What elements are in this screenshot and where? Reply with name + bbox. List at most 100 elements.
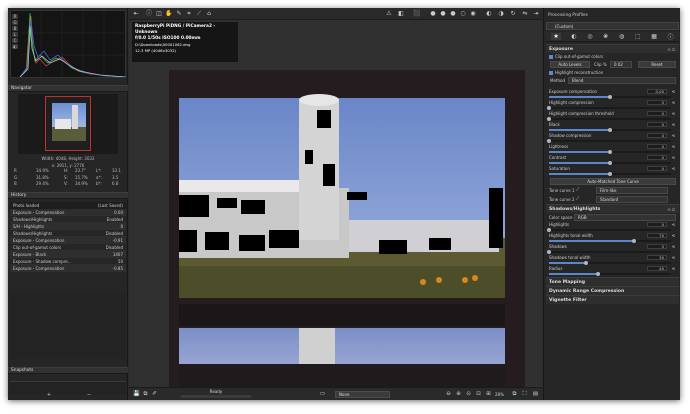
reset-icon[interactable]: ⟲ — [672, 89, 675, 94]
slider-value-field[interactable]: 0 — [647, 155, 667, 160]
reset-icon[interactable]: ⟲ — [672, 100, 675, 105]
history-header[interactable]: History — [8, 192, 128, 199]
raw-histogram-button[interactable]: ◐ — [12, 44, 18, 49]
dynamic-range-header[interactable]: Dynamic Range Compression — [546, 286, 679, 295]
view-mode-select[interactable]: None — [335, 391, 390, 398]
tone-curve-1-select[interactable]: Film-like — [596, 187, 668, 194]
blue-channel-button[interactable]: B — [12, 26, 18, 31]
auto-matched-tone-curve-button[interactable]: Auto-Matched Tone Curve — [550, 178, 676, 185]
zoom-fit-crop-icon[interactable]: ⊞ — [485, 391, 492, 398]
slider-value-field[interactable]: 0 — [647, 100, 667, 105]
slider-track[interactable] — [549, 238, 671, 243]
slider-knob[interactable] — [547, 116, 551, 121]
color-space-select[interactable]: RGB — [574, 214, 676, 221]
reset-icon[interactable]: ⟲ — [672, 122, 675, 127]
green-channel-icon[interactable]: ● — [439, 10, 447, 18]
zoom-100-icon[interactable]: ⊙ — [465, 391, 472, 398]
slider-knob[interactable] — [608, 94, 612, 99]
zoom-fit-icon[interactable]: ⊡ — [475, 391, 482, 398]
tab-local-icon[interactable]: ◍ — [619, 33, 624, 40]
history-row[interactable]: S/H - Highlights 0 — [10, 223, 126, 230]
curve-edit-icon[interactable]: ⟋ — [576, 187, 580, 193]
slider-knob[interactable] — [608, 171, 612, 176]
slider-track[interactable] — [549, 94, 671, 99]
history-row[interactable]: Shadows/Highlights Enabled — [10, 216, 126, 223]
add-snapshot-icon[interactable]: + — [46, 393, 52, 398]
reset-icon[interactable]: ⟲ — [672, 233, 675, 238]
preview-image[interactable] — [169, 70, 525, 390]
highlight-reconstruction-checkbox[interactable]: Highlight reconstruction — [546, 69, 679, 76]
slider-knob[interactable] — [608, 160, 612, 165]
history-row[interactable]: Exposure - Compensation -0.91 — [10, 237, 126, 244]
info-icon[interactable]: ⓘ — [145, 10, 153, 18]
queue-icon[interactable]: ⧉ — [142, 391, 149, 398]
toggle-left-panel-icon[interactable]: ⇤ — [132, 10, 140, 18]
history-row[interactable]: Exposure - Compensation -0.85 — [10, 265, 126, 272]
red-channel-icon[interactable]: ● — [429, 10, 437, 18]
toggle-filmstrip-icon[interactable]: ▤ — [532, 391, 539, 398]
straighten-icon[interactable]: ⟋ — [195, 10, 203, 18]
zoom-in-icon[interactable]: ⊕ — [455, 391, 462, 398]
snapshots-list[interactable] — [10, 381, 126, 394]
red-channel-button[interactable]: R — [12, 14, 18, 19]
reset-icon[interactable]: ⟲ — [672, 255, 675, 260]
navigator-thumbnail[interactable] — [45, 96, 91, 151]
zoom-out-icon[interactable]: ⊖ — [445, 391, 452, 398]
slider-track[interactable] — [547, 138, 671, 143]
before-after-icon[interactable]: ◫ — [155, 10, 163, 18]
reset-icon[interactable]: ⟲ — [672, 111, 675, 116]
image-canvas[interactable]: RaspberryPi PiDNG / PiCamera2 - Unknown … — [129, 20, 542, 390]
shadows-highlights-header[interactable]: Shadows/Highlights ⟲ ⏻ — [546, 204, 679, 213]
slider-knob[interactable] — [608, 149, 612, 154]
reset-icon[interactable]: ⟲ — [672, 166, 675, 171]
preview-bg-icon[interactable]: ⬛ — [413, 10, 421, 18]
slider-value-field[interactable]: 0.00 — [647, 89, 667, 94]
history-row[interactable]: Shadows/Highlights Disabled — [10, 230, 126, 237]
warning-icon[interactable]: ⚠ — [385, 10, 393, 18]
slider-value-field[interactable]: 0 — [647, 111, 667, 116]
flip-icon[interactable]: ⇋ — [521, 10, 529, 18]
slider-track[interactable] — [547, 249, 671, 254]
perspective-icon[interactable]: ⌂ — [205, 10, 213, 18]
method-select[interactable]: Blend — [568, 77, 676, 84]
reset-icon[interactable]: ⟲ — [672, 222, 675, 227]
slider-knob[interactable] — [608, 127, 612, 132]
slider-knob[interactable] — [583, 260, 588, 265]
focus-mask-icon[interactable]: ◉ — [469, 10, 477, 18]
slider-track[interactable] — [549, 160, 671, 165]
slider-track[interactable] — [549, 260, 671, 265]
tab-raw-icon[interactable]: ▦ — [651, 33, 657, 40]
new-window-icon[interactable]: ⧉ — [511, 391, 518, 398]
blue-channel-icon[interactable]: ● — [449, 10, 457, 18]
slider-value-field[interactable]: 30 — [647, 255, 667, 260]
reset-button[interactable]: Reset — [638, 61, 676, 68]
slider-track[interactable] — [549, 271, 671, 276]
tab-exposure-icon[interactable]: ◐ — [571, 33, 576, 40]
luminance-button[interactable]: L — [12, 32, 18, 37]
history-row[interactable]: Exposure - Shadow compre... 50 — [10, 258, 126, 265]
rotate-icon[interactable]: ↻ — [509, 10, 517, 18]
tab-color-icon[interactable]: ❀ — [603, 33, 608, 40]
auto-levels-button[interactable]: Auto Levels — [550, 61, 590, 68]
slider-value-field[interactable]: 40 — [647, 266, 667, 271]
hand-tool-icon[interactable]: ✋ — [165, 10, 173, 18]
slider-value-field[interactable]: 0 — [647, 144, 667, 149]
curve-edit-icon[interactable]: ⟋ — [576, 196, 580, 202]
history-row[interactable]: Exposure - Black 1407 — [10, 251, 126, 258]
tab-transform-icon[interactable]: ⬚ — [635, 33, 641, 40]
slider-value-field[interactable]: 0 — [647, 133, 667, 138]
shadow-clip-icon[interactable]: ◐ — [485, 10, 493, 18]
slider-knob[interactable] — [547, 249, 551, 254]
slider-track[interactable] — [549, 171, 671, 176]
snapshots-header[interactable]: Snapshots — [8, 367, 128, 374]
slider-knob[interactable] — [547, 138, 551, 143]
vignette-filter-header[interactable]: Vignette Filter — [546, 295, 679, 304]
tab-detail-icon[interactable]: ◎ — [587, 33, 592, 40]
slider-value-field[interactable]: 0 — [647, 244, 667, 249]
external-editor-icon[interactable]: ✐ — [151, 391, 158, 398]
tone-curve-2-select[interactable]: Standard — [596, 196, 668, 203]
slider-track[interactable] — [547, 116, 671, 121]
history-first-row[interactable]: Photo loaded (Last Saved) — [10, 202, 126, 209]
slider-knob[interactable] — [547, 105, 551, 110]
white-balance-icon[interactable]: ✎ — [175, 10, 183, 18]
